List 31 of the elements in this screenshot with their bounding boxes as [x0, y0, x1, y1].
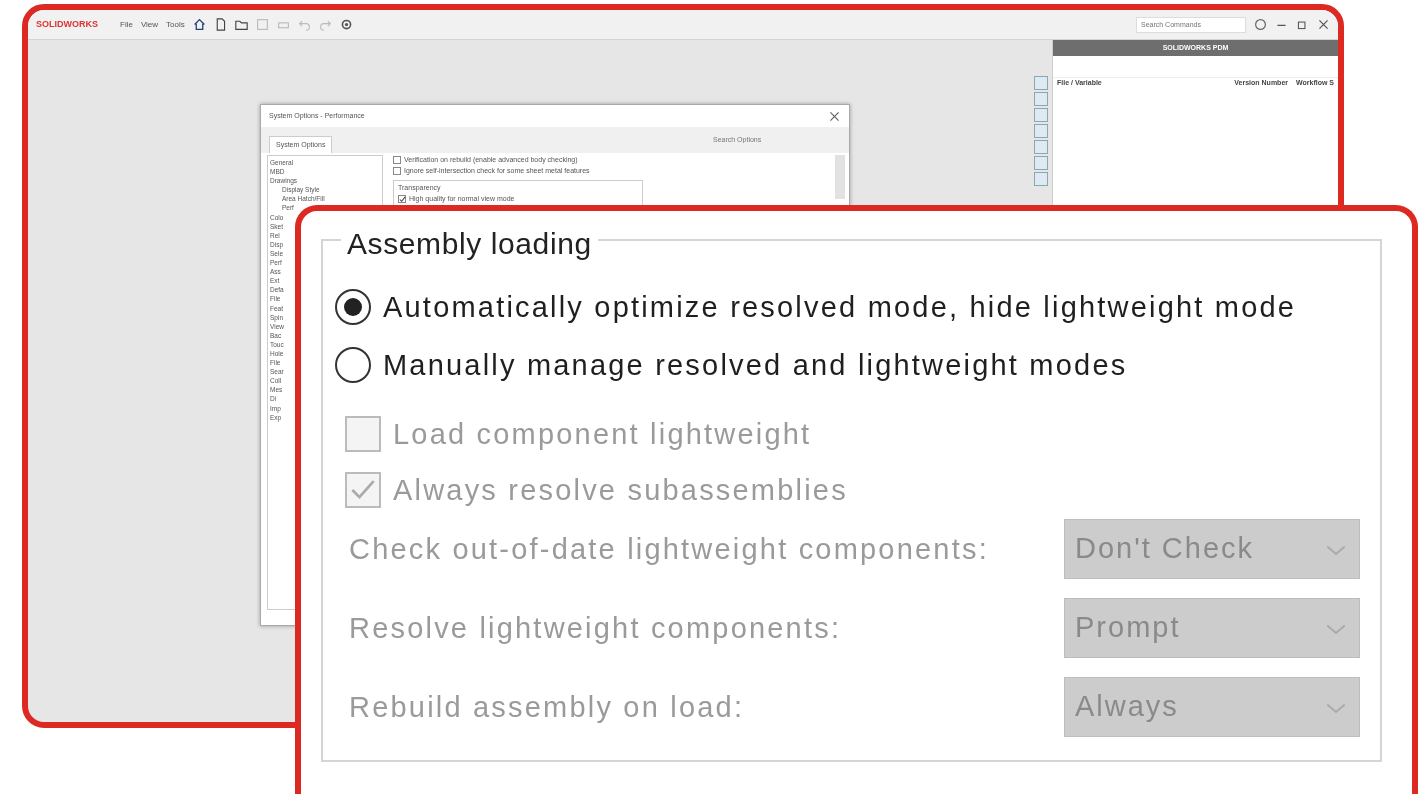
- field-label: Resolve lightweight components:: [349, 611, 842, 646]
- task-tab-icon[interactable]: [1034, 124, 1048, 138]
- scrollbar[interactable]: [835, 155, 845, 199]
- radio-label: Automatically optimize resolved mode, hide lightweight mode: [383, 290, 1297, 325]
- checkbox[interactable]: [393, 156, 401, 165]
- folder-icon[interactable]: [234, 18, 248, 31]
- task-tab-icon[interactable]: [1034, 92, 1048, 106]
- radio-button[interactable]: [335, 289, 371, 325]
- close-icon[interactable]: [1317, 18, 1330, 31]
- radio-label: Manually manage resolved and lightweight modes: [383, 348, 1128, 383]
- home-icon[interactable]: [192, 18, 206, 31]
- checkbox-label: Always resolve subassemblies: [393, 473, 848, 508]
- checkbox-label: Load component lightweight: [393, 417, 812, 452]
- app-logo: SOLIDWORKS: [36, 17, 98, 31]
- radio-button[interactable]: [335, 347, 371, 383]
- task-tab-icon[interactable]: [1034, 140, 1048, 154]
- task-tab-icon[interactable]: [1034, 172, 1048, 186]
- task-tab-icon[interactable]: [1034, 76, 1048, 90]
- field-label: Check out-of-date lightweight components:: [349, 532, 989, 567]
- close-icon[interactable]: [828, 109, 841, 123]
- checkbox[interactable]: [393, 166, 401, 175]
- menu-item[interactable]: Tools: [166, 18, 185, 31]
- restore-icon[interactable]: [1296, 18, 1309, 31]
- menu-item[interactable]: View: [140, 18, 159, 31]
- task-tab-icon[interactable]: [1034, 108, 1048, 122]
- gear-icon[interactable]: [339, 18, 353, 31]
- menu-item[interactable]: File: [120, 18, 133, 31]
- task-tab-icon[interactable]: [1034, 156, 1048, 170]
- field-label: Rebuild assembly on load:: [349, 690, 745, 725]
- checkbox[interactable]: [398, 194, 406, 203]
- help-icon[interactable]: [1254, 18, 1267, 31]
